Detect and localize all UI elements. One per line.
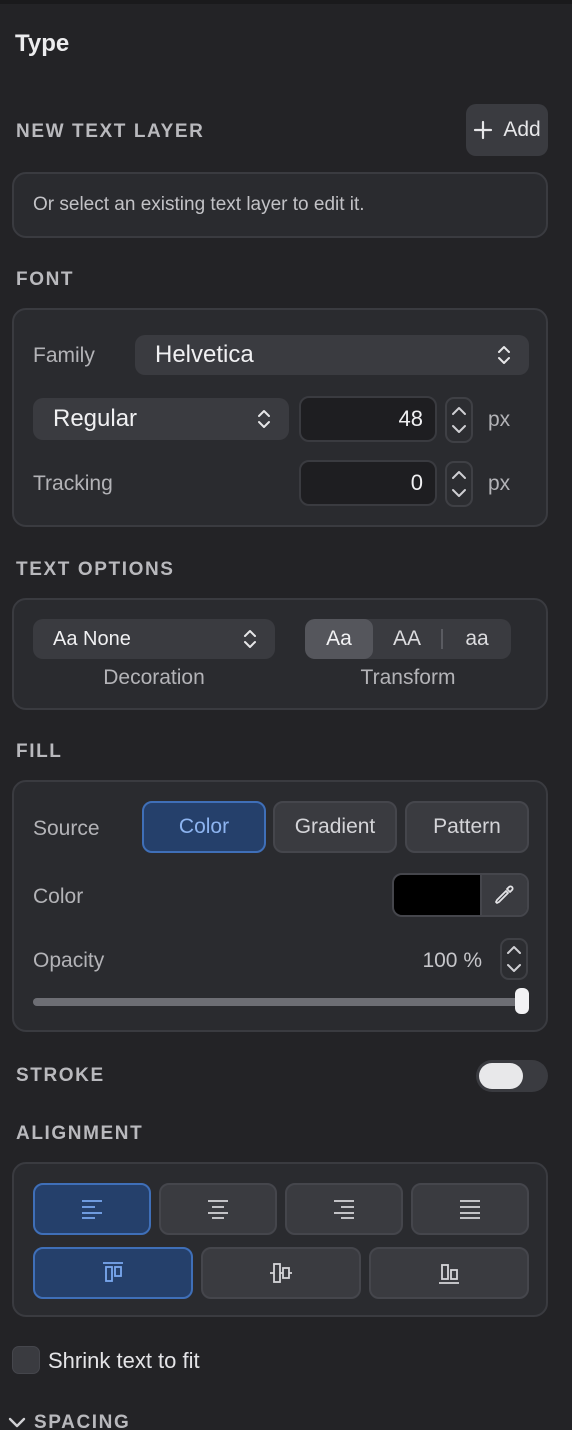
font-style-select[interactable]: Regular (33, 398, 289, 440)
opacity-slider-knob[interactable] (515, 988, 529, 1014)
eyedropper-button[interactable] (480, 875, 527, 915)
align-justify-button[interactable] (411, 1183, 529, 1235)
valign-bottom-icon (439, 1264, 459, 1284)
valign-middle-icon (270, 1263, 292, 1283)
align-left-button[interactable] (33, 1183, 151, 1235)
alignment-card (12, 1162, 548, 1317)
text-options-label: TEXT OPTIONS (16, 559, 175, 580)
eyedropper-icon (494, 885, 513, 904)
transform-option-lowercase[interactable]: aa (443, 619, 511, 659)
hint-box: Or select an existing text layer to edit… (12, 172, 548, 238)
valign-middle-button[interactable] (201, 1247, 361, 1299)
family-label: Family (33, 344, 95, 367)
font-family-select[interactable]: Helvetica (135, 335, 529, 375)
valign-top-icon (103, 1262, 123, 1282)
spacing-section-header[interactable]: SPACING (8, 1412, 130, 1430)
stroke-toggle[interactable] (476, 1060, 548, 1092)
decoration-select[interactable]: Aa None (33, 619, 275, 659)
chevron-up-down-icon (244, 630, 256, 648)
add-text-layer-button[interactable]: Add (466, 104, 548, 156)
alignment-section-label: ALIGNMENT (16, 1123, 144, 1144)
new-text-layer-label: NEW TEXT LAYER (16, 121, 205, 142)
source-label: Source (33, 817, 100, 840)
fill-section-label: FILL (16, 741, 63, 762)
font-style-value: Regular (53, 405, 138, 432)
align-left-icon (82, 1200, 102, 1219)
align-justify-icon (460, 1200, 480, 1219)
stepper-arrows-icon (452, 407, 466, 433)
decoration-caption: Decoration (103, 666, 205, 689)
tracking-label: Tracking (33, 472, 113, 495)
valign-bottom-button[interactable] (369, 1247, 529, 1299)
color-swatch[interactable] (394, 875, 480, 915)
tracking-input[interactable]: 0 (299, 460, 437, 506)
spacing-section-label: SPACING (34, 1412, 131, 1430)
align-right-button[interactable] (285, 1183, 403, 1235)
opacity-value: 100 % (422, 949, 482, 972)
tracking-value: 0 (410, 470, 423, 495)
valign-top-button[interactable] (33, 1247, 193, 1299)
opacity-slider-track[interactable] (33, 998, 529, 1006)
stroke-section-label: STROKE (16, 1065, 105, 1086)
source-pattern-button[interactable]: Pattern (405, 801, 529, 853)
transform-segmented-control: Aa AA aa (305, 619, 511, 659)
font-size-unit: px (488, 408, 511, 431)
stroke-toggle-knob (479, 1063, 523, 1089)
opacity-stepper[interactable] (500, 938, 528, 980)
font-card: Family Helvetica Regular 48 px Tracking … (12, 308, 548, 527)
opacity-label: Opacity (33, 949, 105, 972)
text-options-card: Aa None Decoration Aa AA aa Transform (12, 598, 548, 710)
stepper-arrows-icon (452, 471, 466, 497)
align-right-icon (334, 1200, 354, 1219)
source-color-button[interactable]: Color (142, 801, 266, 853)
tracking-stepper[interactable] (445, 461, 473, 507)
chevron-up-down-icon (498, 346, 510, 364)
panel-title: Type (15, 30, 70, 57)
shrink-checkbox[interactable] (12, 1346, 40, 1374)
tracking-unit: px (488, 472, 511, 495)
plus-icon (474, 120, 493, 140)
hint-text: Or select an existing text layer to edit… (33, 194, 365, 215)
opacity-slider-fill (33, 998, 529, 1006)
font-section-label: FONT (16, 269, 75, 290)
font-size-stepper[interactable] (445, 397, 473, 443)
chevron-down-icon (8, 1417, 26, 1428)
source-gradient-button[interactable]: Gradient (273, 801, 397, 853)
color-well[interactable] (392, 873, 529, 917)
top-border (0, 0, 572, 4)
transform-option-uppercase[interactable]: AA (373, 619, 441, 659)
fill-card: Source Color Gradient Pattern Color Opac… (12, 780, 548, 1032)
font-size-value: 48 (398, 406, 423, 431)
font-size-input[interactable]: 48 (299, 396, 437, 442)
transform-caption: Transform (360, 666, 456, 689)
transform-option-capitalize[interactable]: Aa (305, 619, 373, 659)
shrink-label: Shrink text to fit (48, 1348, 200, 1373)
fill-color-label: Color (33, 885, 84, 908)
decoration-value: Aa None (53, 627, 131, 650)
stepper-arrows-icon (507, 946, 521, 972)
align-center-button[interactable] (159, 1183, 277, 1235)
align-center-icon (208, 1200, 228, 1219)
chevron-up-down-icon (258, 410, 270, 428)
add-button-label: Add (503, 118, 541, 141)
font-family-value: Helvetica (155, 341, 254, 368)
